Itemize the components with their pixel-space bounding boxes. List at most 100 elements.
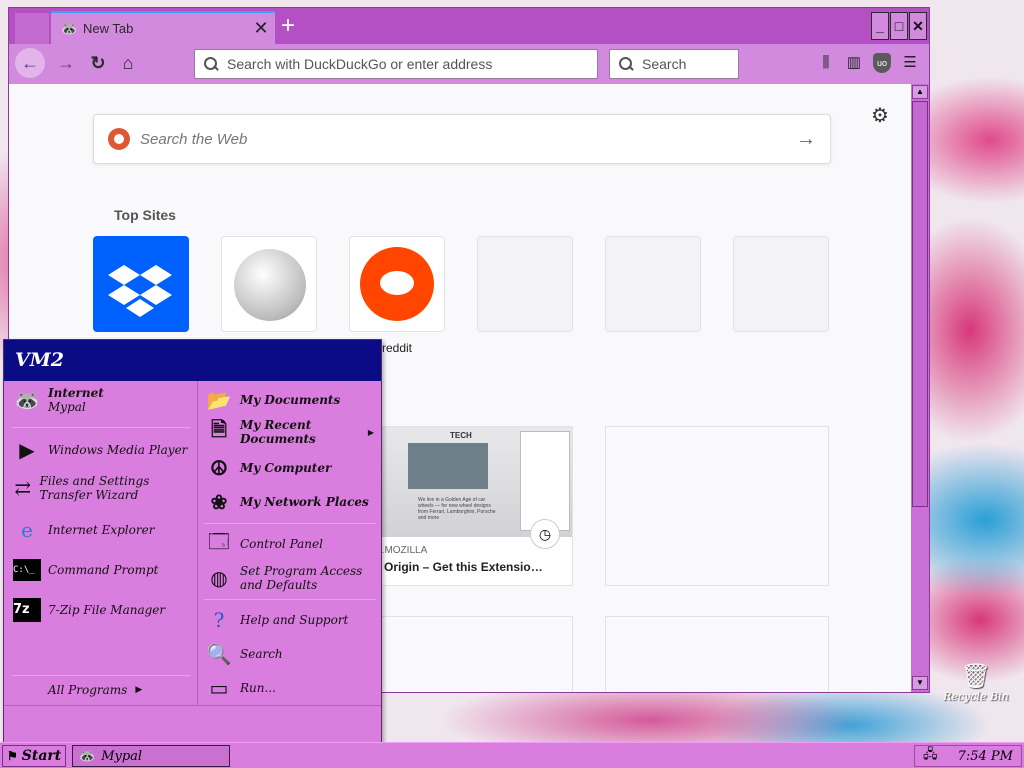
window-controls: _ □ ✕ bbox=[871, 12, 927, 40]
start-item-command-prompt[interactable]: C:\_ Command Prompt bbox=[12, 555, 158, 585]
start-menu: VM2 🦝 Internet Mypal ▶ Windows Media Play… bbox=[3, 339, 382, 743]
search-bar[interactable]: Search bbox=[609, 49, 739, 79]
internet-explorer-icon: e bbox=[21, 518, 33, 542]
top-site-wikipedia[interactable] bbox=[221, 236, 317, 332]
search-icon bbox=[203, 56, 219, 72]
divider bbox=[204, 523, 376, 524]
start-item-7zip[interactable]: 7z 7-Zip File Manager bbox=[12, 595, 165, 625]
scroll-up-icon[interactable]: ▲ bbox=[912, 85, 928, 99]
maximize-button[interactable]: □ bbox=[890, 12, 908, 40]
ublock-origin-icon[interactable]: uo bbox=[873, 53, 891, 73]
arrow-right-icon[interactable]: → bbox=[796, 128, 816, 151]
start-item-title: Command Prompt bbox=[48, 563, 159, 577]
duckduckgo-logo-icon bbox=[108, 128, 130, 150]
recycle-bin[interactable]: 🗑 Recycle Bin bbox=[940, 662, 1012, 703]
start-item-network-places[interactable]: ❀ My Network Places bbox=[204, 487, 369, 517]
highlight-card-empty bbox=[605, 616, 829, 692]
tab-new-tab[interactable]: 🦝 New Tab ✕ bbox=[51, 11, 275, 44]
start-item-title: Control Panel bbox=[240, 537, 323, 551]
start-item-title: My Recent Documents bbox=[240, 418, 316, 446]
back-button[interactable]: ← bbox=[15, 48, 45, 78]
program-access-icon: ◍ bbox=[210, 566, 228, 590]
wikipedia-globe-icon bbox=[234, 249, 306, 321]
scroll-thumb[interactable] bbox=[912, 101, 928, 507]
recent-documents-icon: 🗎 bbox=[210, 417, 228, 441]
recycle-bin-icon: 🗑 bbox=[960, 662, 992, 690]
start-item-media-player[interactable]: ▶ Windows Media Player bbox=[12, 435, 187, 465]
reload-button[interactable]: ↻ bbox=[83, 48, 113, 78]
all-programs-label: All Programs bbox=[48, 683, 128, 697]
windows-flag-icon: ⚑ bbox=[7, 749, 18, 763]
start-item-title: Internet bbox=[48, 386, 104, 400]
arrow-right-icon: ▶ bbox=[135, 685, 143, 695]
network-icon: ❀ bbox=[210, 490, 228, 514]
highlight-card-empty bbox=[605, 426, 829, 586]
start-item-internet-explorer[interactable]: e Internet Explorer bbox=[12, 515, 154, 545]
web-search-box[interactable]: Search the Web → bbox=[93, 114, 831, 164]
start-item-internet[interactable]: 🦝 Internet Mypal bbox=[12, 385, 104, 415]
top-site-dropbox[interactable] bbox=[93, 236, 189, 332]
new-tab-button[interactable]: + bbox=[281, 12, 295, 40]
tab-bar: 🦝 New Tab ✕ + _ □ ✕ bbox=[9, 8, 929, 44]
gear-icon[interactable]: ⚙ bbox=[871, 103, 889, 128]
raccoon-icon: 🦝 bbox=[14, 388, 40, 412]
home-button[interactable]: ⌂ bbox=[113, 48, 143, 78]
start-item-recent-documents[interactable]: 🗎 My Recent Documents ▶ bbox=[204, 417, 374, 447]
divider bbox=[204, 599, 376, 600]
taskbar: ⚑ Start 🦝 Mypal 🖧 7:54 PM bbox=[0, 742, 1024, 768]
top-site-empty[interactable] bbox=[733, 236, 829, 332]
start-item-control-panel[interactable]: 🗔 Control Panel bbox=[204, 529, 323, 559]
media-player-icon: ▶ bbox=[19, 438, 35, 462]
start-item-title: Run... bbox=[240, 681, 276, 695]
scroll-down-icon[interactable]: ▼ bbox=[912, 676, 928, 690]
start-item-title: My Documents bbox=[240, 393, 341, 407]
taskbar-mypal-button[interactable]: 🦝 Mypal bbox=[72, 745, 230, 767]
start-button[interactable]: ⚑ Start bbox=[2, 745, 66, 767]
start-label: Start bbox=[21, 748, 62, 764]
library-icon[interactable]: ⫼ bbox=[817, 53, 835, 73]
mypal-favicon-icon: 🦝 bbox=[79, 748, 96, 764]
start-item-search[interactable]: 🔍 Search bbox=[204, 639, 283, 669]
taskbar-item-label: Mypal bbox=[101, 748, 143, 764]
7zip-icon: 7z bbox=[12, 595, 42, 625]
scrollbar[interactable]: ▲ ▼ bbox=[911, 84, 929, 692]
start-menu-places: 📂 My Documents 🗎 My Recent Documents ▶ ☮… bbox=[197, 381, 381, 705]
search-icon: 🔍 bbox=[206, 642, 232, 666]
close-window-button[interactable]: ✕ bbox=[909, 12, 927, 40]
start-item-my-documents[interactable]: 📂 My Documents bbox=[204, 385, 341, 415]
start-item-title: Internet Explorer bbox=[48, 523, 155, 537]
mypal-favicon-icon: 🦝 bbox=[61, 20, 78, 36]
start-item-title: 7-Zip File Manager bbox=[48, 603, 166, 617]
start-item-title: Search bbox=[240, 647, 283, 661]
highlight-card[interactable]: TECH We live in a Golden Age of car whee… bbox=[349, 426, 573, 586]
start-item-title: Windows Media Player bbox=[48, 443, 188, 457]
control-panel-icon: 🗔 bbox=[208, 529, 230, 553]
transfer-wizard-icon: ⇄ bbox=[14, 476, 32, 500]
toolbar-icons: ⫼ ▥ uo ☰ bbox=[817, 53, 919, 73]
address-bar[interactable]: Search with DuckDuckGo or enter address bbox=[194, 49, 598, 79]
highlight-card-empty bbox=[349, 616, 573, 692]
system-tray: 🖧 7:54 PM bbox=[914, 745, 1022, 767]
close-tab-icon[interactable]: ✕ bbox=[251, 18, 271, 39]
all-programs-button[interactable]: All Programs ▶ bbox=[48, 683, 142, 697]
minimize-button[interactable]: _ bbox=[871, 12, 889, 40]
command-prompt-icon: C:\_ bbox=[12, 555, 42, 585]
tab-list-button[interactable] bbox=[15, 13, 49, 44]
top-site-reddit[interactable]: reddit bbox=[349, 236, 445, 355]
search-icon bbox=[618, 56, 634, 72]
start-item-help[interactable]: ? Help and Support bbox=[204, 605, 349, 635]
network-tray-icon[interactable]: 🖧 bbox=[923, 745, 938, 767]
start-item-title: My Network Places bbox=[240, 495, 369, 509]
divider bbox=[12, 427, 190, 428]
sidebar-icon[interactable]: ▥ bbox=[845, 53, 863, 73]
start-item-run[interactable]: ▭ Run... bbox=[204, 673, 276, 703]
start-item-my-computer[interactable]: ☮ My Computer bbox=[204, 453, 331, 483]
top-site-empty[interactable] bbox=[477, 236, 573, 332]
forward-button[interactable]: → bbox=[51, 48, 81, 78]
run-icon: ▭ bbox=[209, 676, 229, 700]
hamburger-menu-icon[interactable]: ☰ bbox=[901, 53, 919, 73]
help-icon: ? bbox=[213, 608, 225, 632]
start-item-program-access[interactable]: ◍ Set Program Access and Defaults bbox=[204, 563, 374, 593]
start-item-transfer-wizard[interactable]: ⇄ Files and Settings Transfer Wizard bbox=[12, 473, 192, 503]
top-site-empty[interactable] bbox=[605, 236, 701, 332]
